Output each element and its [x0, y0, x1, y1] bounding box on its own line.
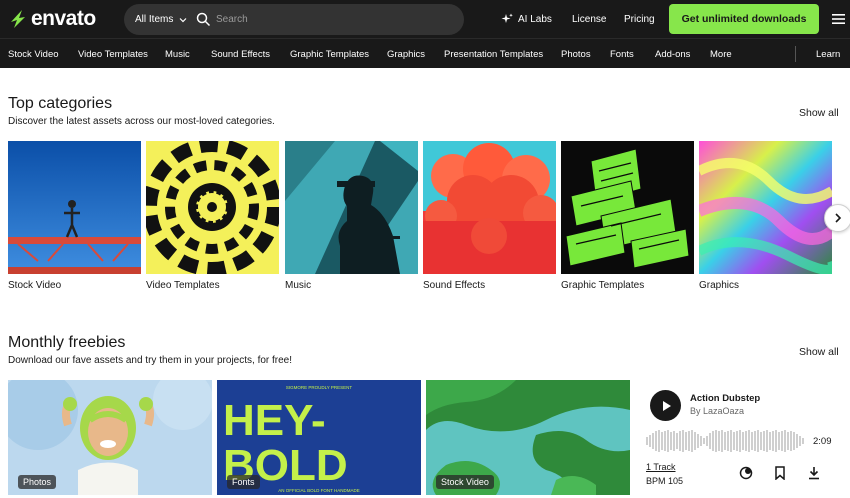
top-categories-subtitle: Discover the latest assets across our mo…	[8, 116, 275, 127]
category-nav: Stock Video Video Templates Music Sound …	[0, 38, 850, 68]
freebie-card-stock-video[interactable]: Stock Video	[426, 380, 630, 495]
audio-tracks-link[interactable]: 1 Track	[646, 462, 676, 472]
tile-label-graphics: Graphics	[699, 280, 740, 291]
freebie-badge-photos: Photos	[18, 475, 57, 489]
license-link[interactable]: License	[572, 0, 606, 38]
fonts-top-text: SIGMORE PROUDLY PRESENT	[286, 385, 353, 390]
nav-learn[interactable]: Learn	[816, 39, 840, 69]
nav-graphic-templates[interactable]: Graphic Templates	[290, 39, 369, 69]
audio-author[interactable]: By LazaOaza	[690, 406, 744, 416]
nav-sound-effects[interactable]: Sound Effects	[211, 39, 270, 69]
audio-duration: 2:09	[813, 436, 832, 447]
nav-fonts[interactable]: Fonts	[610, 39, 634, 69]
pricing-link[interactable]: Pricing	[624, 0, 655, 38]
music-thumbnail	[285, 141, 418, 274]
audio-bpm: BPM 105	[646, 476, 684, 486]
search-input[interactable]	[216, 9, 446, 30]
similar-items-icon[interactable]	[739, 466, 753, 480]
freebie-badge-stock-video: Stock Video	[436, 475, 494, 489]
fonts-headline-1: HEY-	[223, 396, 326, 445]
fonts-bottom-text: AN OFFICIAL BOLD FONT HANDMADE	[278, 488, 360, 493]
nav-stock-video[interactable]: Stock Video	[8, 39, 59, 69]
top-header: envato All Items AI Labs License Pricing…	[0, 0, 850, 38]
video-templates-thumbnail	[146, 141, 279, 274]
graphics-thumbnail	[699, 141, 832, 274]
tile-label-sound-effects: Sound Effects	[423, 280, 486, 291]
download-icon[interactable]	[807, 466, 821, 480]
freebie-audio-card: Action Dubstep By LazaOaza 2:09 1 Track …	[635, 380, 840, 495]
get-unlimited-downloads-button[interactable]: Get unlimited downloads	[669, 4, 819, 34]
stock-video-thumbnail	[8, 141, 141, 274]
sound-effects-thumbnail	[423, 141, 556, 274]
top-categories-title: Top categories	[8, 95, 113, 112]
tile-label-music: Music	[285, 280, 312, 291]
hamburger-menu-icon[interactable]	[832, 13, 845, 25]
play-icon	[662, 400, 671, 411]
ai-labs-label: AI Labs	[518, 13, 552, 25]
logo-text: envato	[31, 7, 96, 30]
nav-more[interactable]: More	[710, 39, 732, 69]
tile-label-stock-video: Stock Video	[8, 280, 62, 291]
nav-add-ons[interactable]: Add-ons	[655, 39, 690, 69]
monthly-freebies-show-all[interactable]: Show all	[799, 346, 839, 358]
search-bar: All Items	[124, 4, 464, 35]
carousel-next-button[interactable]	[824, 204, 850, 232]
envato-leaf-icon	[11, 10, 25, 28]
chevron-right-icon	[835, 213, 842, 223]
category-tile-stock-video[interactable]	[8, 141, 141, 274]
envato-logo[interactable]: envato	[8, 7, 96, 31]
top-categories-show-all[interactable]: Show all	[799, 107, 839, 119]
freebie-card-fonts[interactable]: SIGMORE PROUDLY PRESENT HEY- BOLD AN OFF…	[217, 380, 421, 495]
nav-photos[interactable]: Photos	[561, 39, 591, 69]
monthly-freebies-title: Monthly freebies	[8, 334, 126, 351]
bookmark-icon[interactable]	[773, 466, 787, 480]
search-category-dropdown[interactable]: All Items	[135, 4, 187, 35]
audio-title[interactable]: Action Dubstep	[690, 393, 760, 404]
chevron-down-icon	[179, 17, 187, 22]
category-tile-graphics[interactable]	[699, 141, 832, 274]
category-tile-sound-effects[interactable]	[423, 141, 556, 274]
ai-labs-link[interactable]: AI Labs	[501, 0, 552, 38]
tile-label-graphic-templates: Graphic Templates	[561, 280, 645, 291]
nav-video-templates[interactable]: Video Templates	[78, 39, 148, 69]
freebie-badge-fonts: Fonts	[227, 475, 260, 489]
sparkle-icon	[501, 13, 513, 23]
graphic-templates-thumbnail	[561, 141, 694, 274]
search-category-label: All Items	[135, 14, 174, 25]
play-button[interactable]	[650, 390, 681, 421]
nav-music[interactable]: Music	[165, 39, 190, 69]
category-tile-music[interactable]	[285, 141, 418, 274]
tile-label-video-templates: Video Templates	[146, 280, 220, 291]
search-icon[interactable]	[196, 12, 211, 27]
freebie-card-photos[interactable]: Photos	[8, 380, 212, 495]
audio-waveform[interactable]	[646, 428, 806, 454]
nav-divider	[795, 46, 796, 62]
category-tile-video-templates[interactable]	[146, 141, 279, 274]
nav-graphics[interactable]: Graphics	[387, 39, 425, 69]
nav-presentation-templates[interactable]: Presentation Templates	[444, 39, 543, 69]
monthly-freebies-subtitle: Download our fave assets and try them in…	[8, 355, 293, 366]
category-tile-graphic-templates[interactable]	[561, 141, 694, 274]
